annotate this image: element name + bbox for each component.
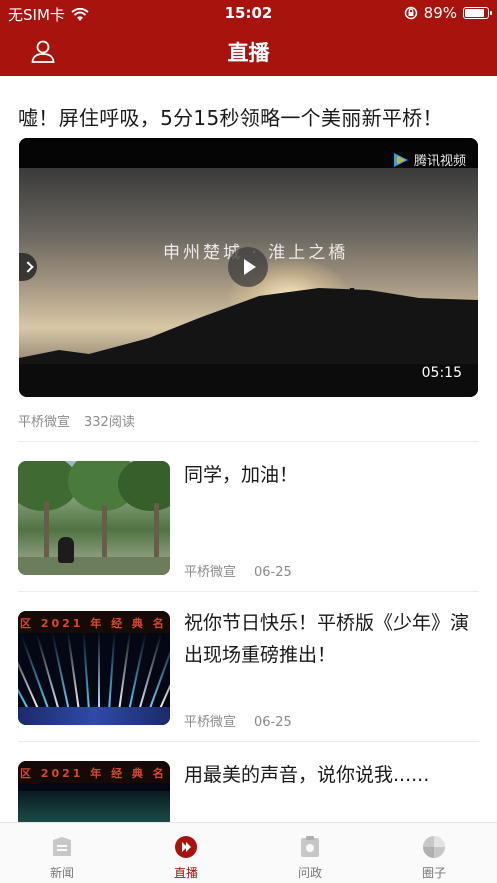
- news-date: 06-25: [254, 565, 292, 580]
- news-meta: 平桥微宣 06-25: [184, 561, 292, 580]
- tab-label: 直播: [173, 866, 198, 880]
- stage-light-beam: [35, 633, 60, 712]
- video-duration: 05:15: [421, 365, 462, 381]
- tab-label: 问政: [297, 866, 322, 880]
- stage-light-beam: [82, 631, 90, 712]
- news-thumbnail: [18, 461, 170, 575]
- featured-meta: 平桥微宣 332阅读: [18, 411, 135, 430]
- stage-light-beam: [108, 631, 116, 712]
- list-item[interactable]: 区 2021 年 经 典 名 篇 朗 用最美的声音，说你说我......: [0, 761, 497, 822]
- tab-label: 新闻: [49, 866, 74, 880]
- news-title[interactable]: 同学，加油！: [184, 459, 479, 491]
- news-thumbnail: 区 2021 年 经 典 名 篇 朗: [18, 611, 170, 725]
- live-play-icon: [175, 836, 197, 858]
- news-source: 平桥微宣: [184, 565, 237, 580]
- divider: [18, 591, 479, 592]
- news-title[interactable]: 祝你节日快乐！平桥版《少年》演出现场重磅推出！: [184, 607, 479, 671]
- video-frame-water: [19, 364, 478, 397]
- status-bar: 无SIM卡 15:02 89%: [0, 0, 497, 26]
- tab-bar: 新闻 直播 问政 圈子: [0, 822, 497, 883]
- news-meta: 平桥微宣 06-25: [184, 711, 292, 730]
- news-date: 06-25: [254, 715, 292, 730]
- tab-inquiry[interactable]: 问政: [248, 823, 372, 883]
- tab-news[interactable]: 新闻: [0, 823, 124, 883]
- news-thumbnail: 区 2021 年 经 典 名 篇 朗: [18, 761, 170, 822]
- tencent-video-icon: [393, 152, 408, 167]
- tab-live[interactable]: 直播: [124, 823, 248, 883]
- stage-light-beam: [158, 637, 170, 712]
- stage-light-beam: [148, 635, 170, 712]
- divider: [18, 441, 479, 442]
- featured-source: 平桥微宣: [18, 415, 71, 430]
- thumbnail-banner: 区 2021 年 经 典 名 篇 朗: [18, 611, 170, 633]
- watermark-text: 腾讯视频: [413, 154, 466, 169]
- rotation-lock-icon: [404, 6, 417, 20]
- play-button[interactable]: [228, 247, 268, 287]
- news-title[interactable]: 用最美的声音，说你说我......: [184, 759, 479, 791]
- news-icon: [53, 837, 71, 856]
- stage-light-beam: [128, 632, 147, 712]
- page-title: 直播: [227, 41, 270, 65]
- divider: [18, 741, 479, 742]
- tab-label: 圈子: [421, 866, 446, 880]
- video-player[interactable]: 腾讯视频 申州楚城 · 淮上之橋 05:15: [19, 138, 478, 397]
- inquiry-icon: [301, 836, 319, 857]
- featured-title[interactable]: 嘘！屏住呼吸，5分15秒领略一个美丽新平桥！: [18, 102, 443, 131]
- battery-percent: 89%: [423, 4, 457, 22]
- battery-fill: [465, 9, 484, 17]
- status-right: 89%: [404, 4, 492, 22]
- battery-icon: [463, 7, 492, 19]
- featured-reads: 332阅读: [84, 415, 135, 430]
- news-source: 平桥微宣: [184, 715, 237, 730]
- thumbnail-banner: 区 2021 年 经 典 名 篇 朗: [18, 761, 170, 783]
- tab-circle[interactable]: 圈子: [372, 823, 496, 883]
- stage-light-beam: [66, 631, 80, 712]
- circle-community-icon: [423, 836, 445, 858]
- nav-bar: 直播: [0, 26, 497, 76]
- video-watermark: 腾讯视频: [392, 150, 466, 169]
- news-feed[interactable]: 嘘！屏住呼吸，5分15秒领略一个美丽新平桥！ 腾讯视频 申州楚城 · 淮上之橋 …: [0, 76, 497, 822]
- stage-light-beam: [118, 631, 132, 712]
- list-item[interactable]: 同学，加油！ 平桥微宣 06-25: [0, 459, 497, 580]
- stage-light-beam: [98, 631, 100, 711]
- list-item[interactable]: 区 2021 年 经 典 名 篇 朗 祝你节日快乐！平桥版《少年》演出现场重磅推…: [0, 611, 497, 730]
- video-frame-hill: [19, 288, 478, 368]
